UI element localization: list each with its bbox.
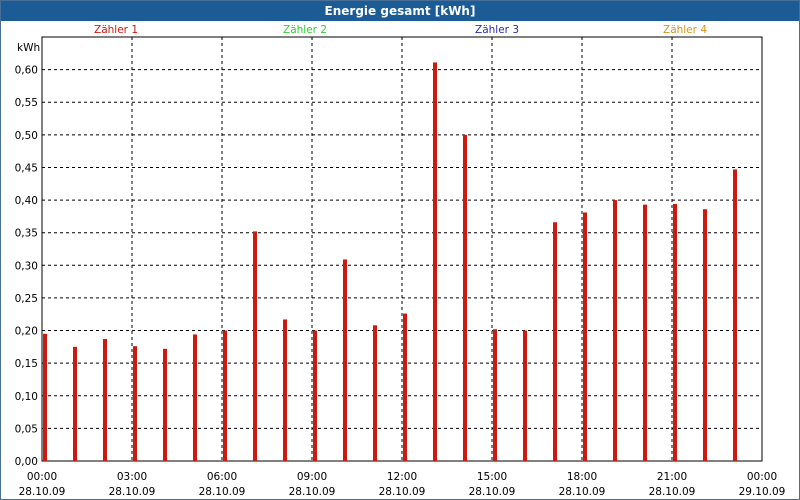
y-tick-label: 0,20 (15, 326, 38, 338)
bar (103, 339, 107, 461)
x-tick-date: 28.10.09 (469, 486, 516, 498)
y-tick-label: 0,55 (15, 97, 38, 109)
y-tick-label: 0,30 (15, 260, 38, 272)
bar (733, 169, 737, 461)
y-axis: kWh 0,00 0,05 0,10 0,15 0,20 0,25 0,30 0,35 0,40… (15, 42, 41, 468)
x-tick-time: 15:00 (477, 471, 507, 483)
bar (73, 346, 77, 461)
bar (163, 348, 167, 461)
x-tick-date: 28.10.09 (199, 486, 246, 498)
bar (253, 231, 257, 461)
bar (673, 203, 677, 461)
bar (343, 259, 347, 461)
y-tick-label: 0,40 (15, 195, 38, 207)
bar (193, 334, 197, 461)
bar (583, 212, 587, 461)
x-axis: 00:00 28.10.09 03:00 28.10.09 06:00 28.10.09 0… (19, 471, 786, 498)
y-tick-label: 0,45 (15, 162, 38, 174)
bar (43, 333, 47, 461)
x-tick-date: 28.10.09 (109, 486, 156, 498)
x-tick-time: 00:00 (747, 471, 777, 483)
bar (283, 319, 287, 461)
legend-entry: Zähler 2 (283, 24, 327, 36)
bar (403, 313, 407, 461)
chart-title: Energie gesamt [kWh] (1, 1, 799, 21)
bar (223, 330, 227, 461)
bar (613, 200, 617, 462)
y-tick-label: 0,00 (15, 456, 38, 468)
y-axis-unit: kWh (17, 42, 40, 54)
bar (373, 325, 377, 461)
legend-entry: Zähler 3 (475, 24, 519, 36)
legend-entry: Zähler 1 (94, 24, 138, 36)
x-tick-time: 12:00 (387, 471, 417, 483)
bar (433, 62, 437, 461)
y-tick-label: 0,10 (15, 391, 38, 403)
x-tick-date: 28.10.09 (289, 486, 336, 498)
x-tick-time: 09:00 (297, 471, 327, 483)
bar (313, 330, 317, 461)
bar (553, 222, 557, 461)
y-tick-label: 0,05 (15, 423, 38, 435)
bar (703, 209, 707, 461)
x-tick-time: 21:00 (657, 471, 687, 483)
y-tick-label: 0,15 (15, 358, 38, 370)
x-tick-time: 18:00 (567, 471, 597, 483)
x-tick-time: 03:00 (117, 471, 147, 483)
x-tick-date: 28.10.09 (19, 486, 66, 498)
x-tick-date: 29.10.09 (739, 486, 786, 498)
x-tick-date: 28.10.09 (559, 486, 606, 498)
chart-window: Energie gesamt [kWh] kWh 0,00 0,05 0,10 0,1… (0, 0, 800, 500)
y-tick-label: 0,50 (15, 130, 38, 142)
x-tick-date: 28.10.09 (379, 486, 426, 498)
bar (493, 329, 497, 461)
energy-bar-chart: kWh 0,00 0,05 0,10 0,15 0,20 0,25 0,30 0,35 0,40… (15, 24, 786, 498)
x-tick-time: 06:00 (207, 471, 237, 483)
bar (643, 204, 647, 462)
x-tick-date: 28.10.09 (649, 486, 696, 498)
y-tick-label: 0,60 (15, 65, 38, 77)
legend-entry: Zähler 4 (663, 24, 707, 36)
legend: Zähler 1 Zähler 2 Zähler 3 Zähler 4 (94, 24, 707, 36)
bar (133, 346, 137, 461)
y-tick-label: 0,35 (15, 228, 38, 240)
bar (463, 134, 467, 461)
y-tick-label: 0,25 (15, 293, 38, 305)
bar (523, 330, 527, 461)
x-tick-time: 00:00 (27, 471, 57, 483)
